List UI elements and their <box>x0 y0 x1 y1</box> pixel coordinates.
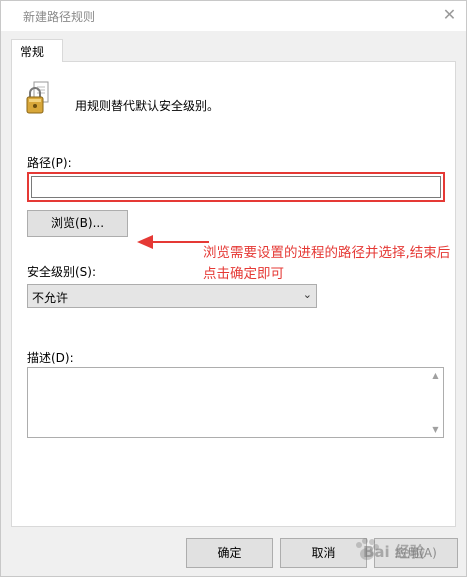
watermark-text: Bai 经验 <box>363 543 425 561</box>
ok-button[interactable]: 确定 <box>186 538 273 568</box>
description-label: 描述(D): <box>27 351 74 365</box>
annotation-arrow-icon <box>137 235 209 249</box>
scroll-down-icon[interactable]: ▼ <box>428 422 443 437</box>
security-level-value: 不允许 <box>32 291 69 305</box>
window-title: 新建路径规则 <box>23 10 96 24</box>
browse-button[interactable]: 浏览(B)... <box>27 210 128 237</box>
scroll-up-icon[interactable]: ▲ <box>428 368 443 383</box>
path-input[interactable] <box>31 176 441 198</box>
description-scrollbar[interactable]: ▲ ▼ <box>428 368 443 437</box>
new-path-rule-dialog: 新建路径规则 ✕ 常规 用规则替代默认安全级别。 路径(P): 浏览(B)...… <box>0 0 467 577</box>
security-level-label: 安全级别(S): <box>27 265 97 279</box>
description-textarea[interactable]: ▲ ▼ <box>27 367 444 438</box>
rule-description: 用规则替代默认安全级别。 <box>75 99 220 113</box>
close-icon[interactable]: ✕ <box>433 1 466 31</box>
tab-general[interactable]: 常规 <box>11 39 63 62</box>
path-input-highlight[interactable] <box>27 172 445 202</box>
lock-icon <box>26 81 49 114</box>
title-bar: 新建路径规则 ✕ <box>1 1 466 31</box>
tab-general-label: 常规 <box>20 45 45 59</box>
path-label: 路径(P): <box>27 156 72 170</box>
chevron-down-icon: ⌄ <box>302 288 312 301</box>
security-level-select[interactable]: 不允许 ⌄ <box>27 284 317 308</box>
annotation-text: 浏览需要设置的进程的路径并选择,结束后点击确定即可 <box>203 245 451 282</box>
